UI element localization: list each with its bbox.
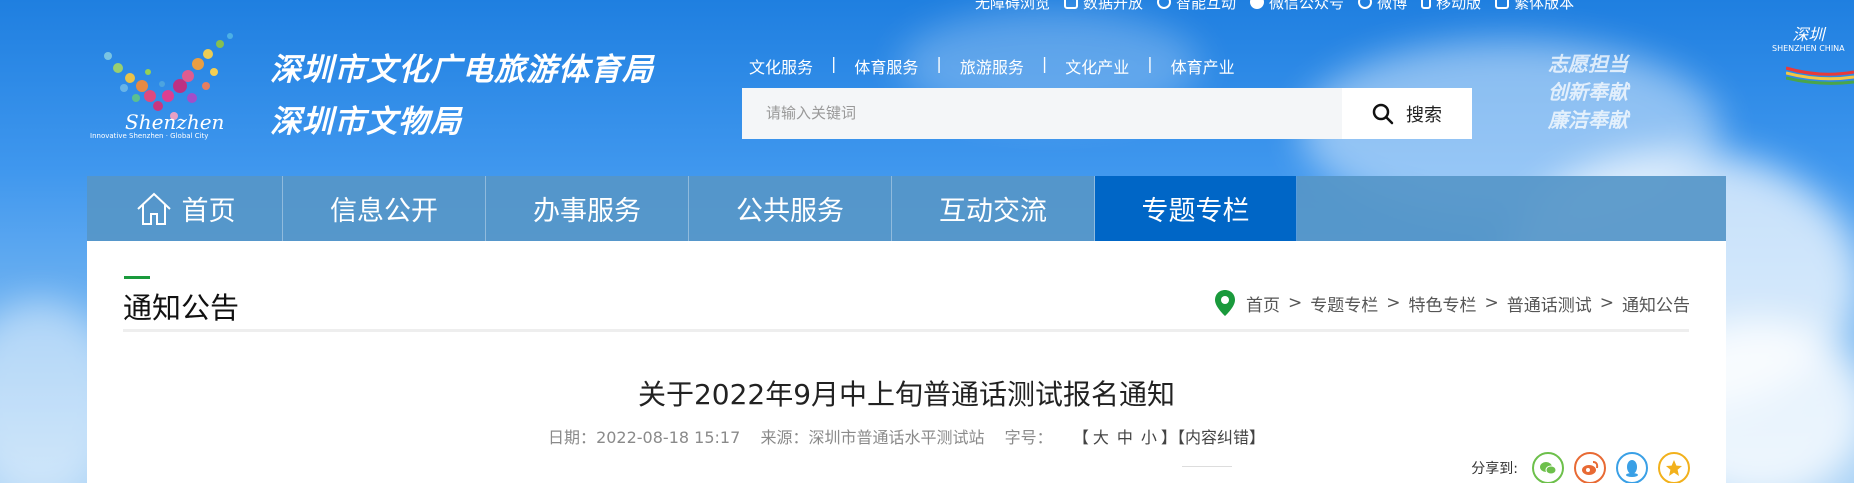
slogan-line: 志愿担当 (1548, 52, 1628, 76)
font-size-bracket-close: 】 (1160, 428, 1177, 447)
logo-tagline: Innovative Shenzhen · Global City (90, 132, 209, 140)
topbar-item-label: 微信公众号 (1269, 0, 1345, 12)
breadcrumb: 首页 > 专题专栏 > 特色专栏 > 普通话测试 > 通知公告 (1214, 289, 1690, 317)
nav-item-info-disclosure[interactable]: 信息公开 (283, 176, 486, 241)
nav-item-label: 专题专栏 (1141, 196, 1250, 227)
topbar-item-accessibility[interactable]: 无障碍浏览 (975, 0, 1050, 12)
data-bars-icon (1064, 0, 1079, 9)
topbar-item-smart-interaction[interactable]: 智能互动 (1157, 0, 1236, 12)
topbar-item-weibo[interactable]: 微博 (1358, 0, 1407, 12)
nav-item-label: 首页 (181, 196, 236, 227)
quicklink-separator: | (831, 54, 837, 73)
nav-item-label: 公共服务 (736, 196, 844, 227)
search-button[interactable]: 搜索 (1342, 88, 1472, 139)
nav-item-home[interactable]: 首页 (87, 176, 283, 241)
nav-item-label: 信息公开 (330, 196, 438, 227)
topbar-item-open-data[interactable]: 数据开放 (1064, 0, 1143, 12)
quicklink-sports[interactable]: 体育服务 (852, 54, 920, 78)
topbar-item-mobile[interactable]: 移动版 (1421, 0, 1481, 12)
wechat-icon (1250, 0, 1265, 9)
breadcrumb-item-featured[interactable]: 特色专栏 (1409, 291, 1477, 316)
article-title: 关于2022年9月中上旬普通话测试报名通知 (637, 378, 1176, 411)
quicklink-separator: | (936, 54, 942, 73)
nav-item-interaction[interactable]: 互动交流 (892, 176, 1095, 241)
date-label: 日期： (548, 428, 597, 447)
mobile-phone-icon (1421, 0, 1432, 9)
quicklink-separator: | (1041, 54, 1048, 73)
wechat-share-icon[interactable] (1532, 452, 1564, 483)
nav-item-services[interactable]: 办事服务 (486, 176, 689, 241)
topbar-item-wechat[interactable]: 微信公众号 (1250, 0, 1344, 12)
article-date: 2022-08-18 15:17 (596, 428, 741, 447)
search-bar: 搜索 (742, 88, 1472, 139)
qq-share-icon[interactable] (1616, 452, 1648, 483)
traditional-chinese-icon (1495, 0, 1510, 9)
slogan-line: 创新奉献 (1548, 80, 1628, 104)
weibo-icon (1358, 0, 1373, 9)
quicklink-sports-industry[interactable]: 体育产业 (1169, 54, 1237, 78)
quicklink-tourism[interactable]: 旅游服务 (958, 54, 1026, 78)
nav-item-label: 办事服务 (533, 196, 641, 227)
font-size-bracket-open: 【 (1072, 428, 1089, 447)
location-pin-icon (1215, 290, 1235, 316)
logo-wordmark: Shenzhen (125, 110, 225, 134)
breadcrumb-item-notices[interactable]: 通知公告 (1622, 291, 1690, 316)
meta-divider (1182, 466, 1232, 467)
top-utility-bar: 无障碍浏览 数据开放 智能互动 微信公众号 微博 移动版 繁体版本 (975, 0, 1574, 12)
home-icon (136, 192, 171, 225)
breadcrumb-separator: > (1288, 293, 1303, 313)
corner-logo-subtext: SHENZHEN CHINA (1772, 44, 1845, 53)
section-divider (123, 329, 1689, 332)
font-size-label: 字号： (1004, 428, 1053, 447)
breadcrumb-separator: > (1599, 293, 1614, 313)
quick-links: 文化服务 | 体育服务 | 旅游服务 | 文化产业 | 体育产业 (747, 54, 1237, 78)
content-panel: 通知公告 首页 > 专题专栏 > 特色专栏 > 普通话测试 > 通知公告 关于2… (87, 241, 1726, 483)
header-slogan: 志愿担当 创新奉献 廉洁奉献 (1548, 50, 1628, 134)
share-bar: 分享到: (1471, 452, 1690, 483)
shenzhen-china-badge: 深圳 SHENZHEN CHINA (1772, 25, 1845, 56)
department-name-primary: 深圳市文化广电旅游体育局 (270, 52, 654, 88)
error-report-link[interactable]: 【内容纠错】 (1177, 428, 1265, 447)
topbar-item-traditional[interactable]: 繁体版本 (1495, 0, 1574, 12)
breadcrumb-item-special-topics[interactable]: 专题专栏 (1310, 291, 1378, 316)
topbar-item-label: 无障碍浏览 (975, 0, 1051, 12)
nav-item-public-services[interactable]: 公共服务 (689, 176, 892, 241)
section-title: 通知公告 (123, 291, 240, 325)
quicklink-culture-industry[interactable]: 文化产业 (1063, 54, 1131, 78)
font-size-medium-button[interactable]: 中 (1113, 428, 1137, 447)
search-icon (1372, 103, 1394, 124)
favorite-share-icon[interactable] (1658, 452, 1690, 483)
corner-logo-text: 深圳 (1792, 25, 1825, 44)
breadcrumb-separator: > (1484, 293, 1499, 313)
font-size-large-button[interactable]: 大 (1089, 428, 1113, 447)
breadcrumb-item-home[interactable]: 首页 (1246, 291, 1280, 316)
corner-logo-stripes (1786, 66, 1854, 85)
breadcrumb-item-mandarin-test[interactable]: 普通话测试 (1507, 291, 1592, 316)
quicklink-culture[interactable]: 文化服务 (747, 54, 815, 78)
nav-item-special-topics[interactable]: 专题专栏 (1095, 176, 1297, 241)
department-name-secondary: 深圳市文物局 (270, 104, 462, 140)
topbar-item-label: 微博 (1377, 0, 1408, 12)
nav-item-label: 互动交流 (939, 196, 1047, 227)
search-button-label: 搜索 (1406, 104, 1442, 125)
quicklink-separator: | (1147, 54, 1153, 73)
topbar-item-label: 繁体版本 (1514, 0, 1575, 12)
section-title-accent (124, 276, 150, 279)
chat-bubble-icon (1157, 0, 1172, 9)
article-source: 深圳市普通话水平测试站 (808, 428, 985, 447)
slogan-line: 廉洁奉献 (1548, 108, 1628, 132)
breadcrumb-separator: > (1386, 293, 1401, 313)
font-size-small-button[interactable]: 小 (1137, 428, 1161, 447)
topbar-item-label: 数据开放 (1083, 0, 1144, 12)
topbar-item-label: 移动版 (1436, 0, 1482, 12)
share-label: 分享到: (1471, 461, 1518, 477)
source-label: 来源： (760, 428, 809, 447)
article-meta: 日期：2022-08-18 15:17 来源：深圳市普通话水平测试站 字号： 【… (87, 424, 1726, 448)
main-navigation: 首页 信息公开 办事服务 公共服务 互动交流 专题专栏 (87, 176, 1726, 241)
topbar-item-label: 智能互动 (1176, 0, 1237, 12)
search-input[interactable] (742, 88, 1342, 139)
weibo-share-icon[interactable] (1574, 452, 1606, 483)
